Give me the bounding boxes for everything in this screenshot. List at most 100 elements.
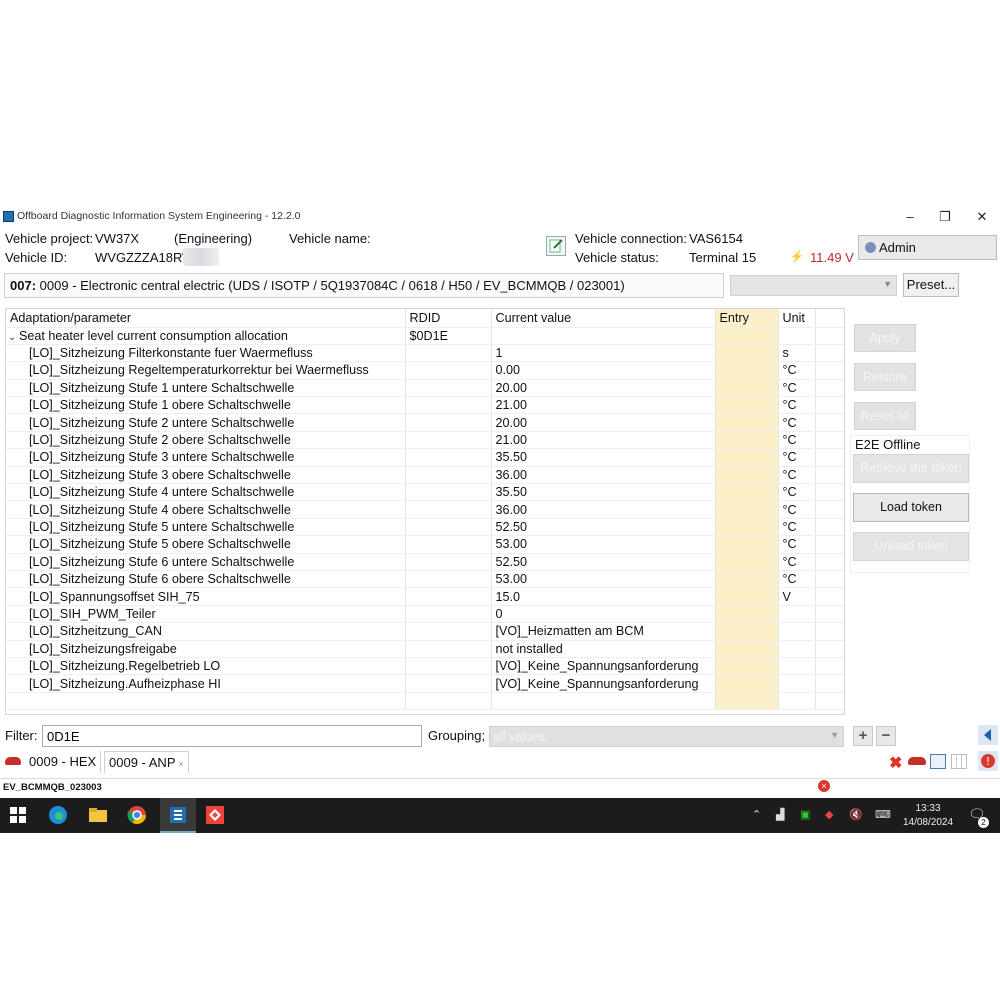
entry-cell[interactable] <box>715 431 779 450</box>
entry-cell[interactable] <box>715 657 779 676</box>
unload-token-button[interactable]: Unload token <box>853 532 969 561</box>
entry-cell[interactable] <box>715 674 779 693</box>
table-row[interactable]: [LO]_Sitzheizung Stufe 1 untere Schaltsc… <box>6 379 844 398</box>
entry-cell[interactable] <box>715 570 779 589</box>
maximize-button[interactable]: ❐ <box>933 208 957 226</box>
error-list-icon[interactable]: ! <box>978 751 998 771</box>
column-header-current-value[interactable]: Current value <box>491 309 716 328</box>
entry-cell[interactable] <box>715 640 779 658</box>
table-row[interactable]: [LO]_Sitzheitzung_CAN [VO]_Heizmatten am … <box>6 622 844 641</box>
preset-select[interactable]: ▼ <box>730 275 897 296</box>
table-row[interactable]: [LO]_Sitzheizung.Regelbetrieb LO [VO]_Kei… <box>6 657 844 676</box>
tray-chevron-up-icon[interactable]: ⌃ <box>752 808 761 821</box>
column-header-rdid[interactable]: RDID <box>405 309 492 328</box>
table-row[interactable]: [LO]_Sitzheizung Regeltemperaturkorrektu… <box>6 361 844 380</box>
entry-cell[interactable] <box>715 605 779 624</box>
load-token-button[interactable]: Load token <box>853 493 969 522</box>
collapse-all-button[interactable]: − <box>876 726 896 746</box>
current-value-cell: 1 <box>491 344 716 363</box>
tab-anp[interactable]: 0009 - ANP × <box>104 751 189 773</box>
file-explorer-icon[interactable] <box>88 805 108 825</box>
apply-button[interactable]: Apply <box>854 324 916 352</box>
group-row[interactable]: ⌄ Seat heater level current consumption a… <box>6 327 844 345</box>
tab-hex[interactable]: 0009 - HEX <box>25 751 102 773</box>
chevron-down-icon[interactable]: ⌄ <box>8 332 19 343</box>
preset-button[interactable]: Preset... <box>903 273 959 297</box>
filter-input[interactable] <box>42 725 422 747</box>
entry-cell[interactable] <box>715 535 779 554</box>
table-row[interactable]: [LO]_Sitzheizung Stufe 3 untere Schaltsc… <box>6 448 844 467</box>
disconnect-icon[interactable]: ✖ <box>889 753 902 773</box>
clock[interactable]: 13:33 14/08/2024 <box>893 802 963 830</box>
table-row[interactable]: [LO]_Sitzheizung Filterkonstante fuer Wa… <box>6 344 844 363</box>
back-arrow-icon[interactable] <box>978 725 998 745</box>
entry-cell[interactable] <box>715 413 779 432</box>
entry-cell[interactable] <box>715 483 779 502</box>
rdid-cell <box>405 587 492 606</box>
table-row[interactable]: [LO]_SIH_PWM_Teiler 0 <box>6 605 844 624</box>
tray-app-icon[interactable]: ▣ <box>800 808 810 821</box>
user-button[interactable]: Admin <box>858 235 997 260</box>
table-row[interactable]: [LO]_Sitzheizung Stufe 2 obere Schaltsch… <box>6 431 844 450</box>
table-row[interactable]: [LO]_Sitzheizung Stufe 5 untere Schaltsc… <box>6 518 844 537</box>
column-header-entry[interactable]: Entry <box>715 309 779 328</box>
table-row[interactable]: [LO]_Sitzheizung Stufe 4 obere Schaltsch… <box>6 500 844 519</box>
expand-all-button[interactable]: + <box>853 726 873 746</box>
battery-voltage: 11.49 V <box>810 250 854 265</box>
e2e-status: E2E Offline <box>855 437 921 452</box>
retrieve-token-button[interactable]: Retrieve the token <box>853 454 969 483</box>
car-icon[interactable] <box>908 757 926 765</box>
parameter-cell: [LO]_Sitzheizung Stufe 3 obere Schaltsch… <box>6 466 406 485</box>
tray-anydesk-icon[interactable]: ◆ <box>825 808 833 821</box>
volume-muted-icon[interactable]: 🔇 <box>849 808 863 821</box>
status-error-icon[interactable]: × <box>818 780 830 792</box>
entry-cell[interactable] <box>715 361 779 380</box>
taskbar-active-app[interactable] <box>160 798 196 833</box>
entry-cell[interactable] <box>715 500 779 519</box>
table-row[interactable]: [LO]_Sitzheizungsfreigabe not installed <box>6 640 844 658</box>
vehicle-project-label: Vehicle project: <box>5 231 94 246</box>
current-value-cell: 52.50 <box>491 553 716 571</box>
edge-browser-icon[interactable] <box>48 805 68 825</box>
entry-cell[interactable] <box>715 466 779 485</box>
spacer-cell <box>815 535 844 554</box>
network-signal-icon[interactable]: ▟ <box>776 808 784 821</box>
windows-start-icon[interactable] <box>10 807 26 823</box>
minimize-button[interactable]: – <box>898 208 922 226</box>
table-row[interactable]: [LO]_Sitzheizung Stufe 6 untere Schaltsc… <box>6 553 844 571</box>
grouping-label: Grouping; <box>428 728 486 743</box>
table-row[interactable]: [LO]_Sitzheizung Stufe 6 obere Schaltsch… <box>6 570 844 589</box>
reset-all-button[interactable]: Reset all <box>854 402 916 430</box>
anydesk-icon[interactable] <box>205 805 225 825</box>
entry-cell[interactable] <box>715 553 779 571</box>
entry-cell[interactable] <box>715 448 779 467</box>
column-header-parameter[interactable]: Adaptation/parameter <box>6 309 406 328</box>
table-row[interactable]: [LO]_Sitzheizung Stufe 2 untere Schaltsc… <box>6 413 844 432</box>
entry-cell[interactable] <box>715 379 779 398</box>
table-row[interactable]: [LO]_Sitzheizung.Aufheizphase HI [VO]_Kei… <box>6 674 844 693</box>
ecu-address: 007: <box>10 278 37 293</box>
entry-cell[interactable] <box>715 396 779 415</box>
entry-cell[interactable] <box>715 518 779 537</box>
parameter-cell: [LO]_Sitzheizung Stufe 3 untere Schaltsc… <box>6 448 406 467</box>
table-row[interactable]: [LO]_Sitzheizung Stufe 4 untere Schaltsc… <box>6 483 844 502</box>
tab-close-icon[interactable]: × <box>179 759 184 769</box>
column-header-unit[interactable]: Unit <box>778 309 816 328</box>
user-icon <box>865 242 876 253</box>
grouping-select[interactable]: all values ▼ <box>489 726 844 747</box>
table-row[interactable]: [LO]_Sitzheizung Stufe 5 obere Schaltsch… <box>6 535 844 554</box>
table-row[interactable]: [LO]_Spannungsoffset SIH_75 15.0 V <box>6 587 844 606</box>
spacer-cell <box>815 553 844 571</box>
checklist-icon[interactable] <box>930 754 946 769</box>
grid-view-icon[interactable] <box>951 754 967 769</box>
restore-button[interactable]: Restore <box>854 363 916 391</box>
entry-cell[interactable] <box>715 344 779 363</box>
table-row[interactable]: [LO]_Sitzheizung Stufe 3 obere Schaltsch… <box>6 466 844 485</box>
keyboard-icon[interactable]: ⌨ <box>875 808 891 821</box>
edit-notes-icon[interactable] <box>546 236 566 256</box>
table-row[interactable]: [LO]_Sitzheizung Stufe 1 obere Schaltsch… <box>6 396 844 415</box>
entry-cell[interactable] <box>715 622 779 641</box>
close-button[interactable]: ✕ <box>970 208 994 226</box>
chrome-browser-icon[interactable] <box>127 805 147 825</box>
entry-cell[interactable] <box>715 587 779 606</box>
